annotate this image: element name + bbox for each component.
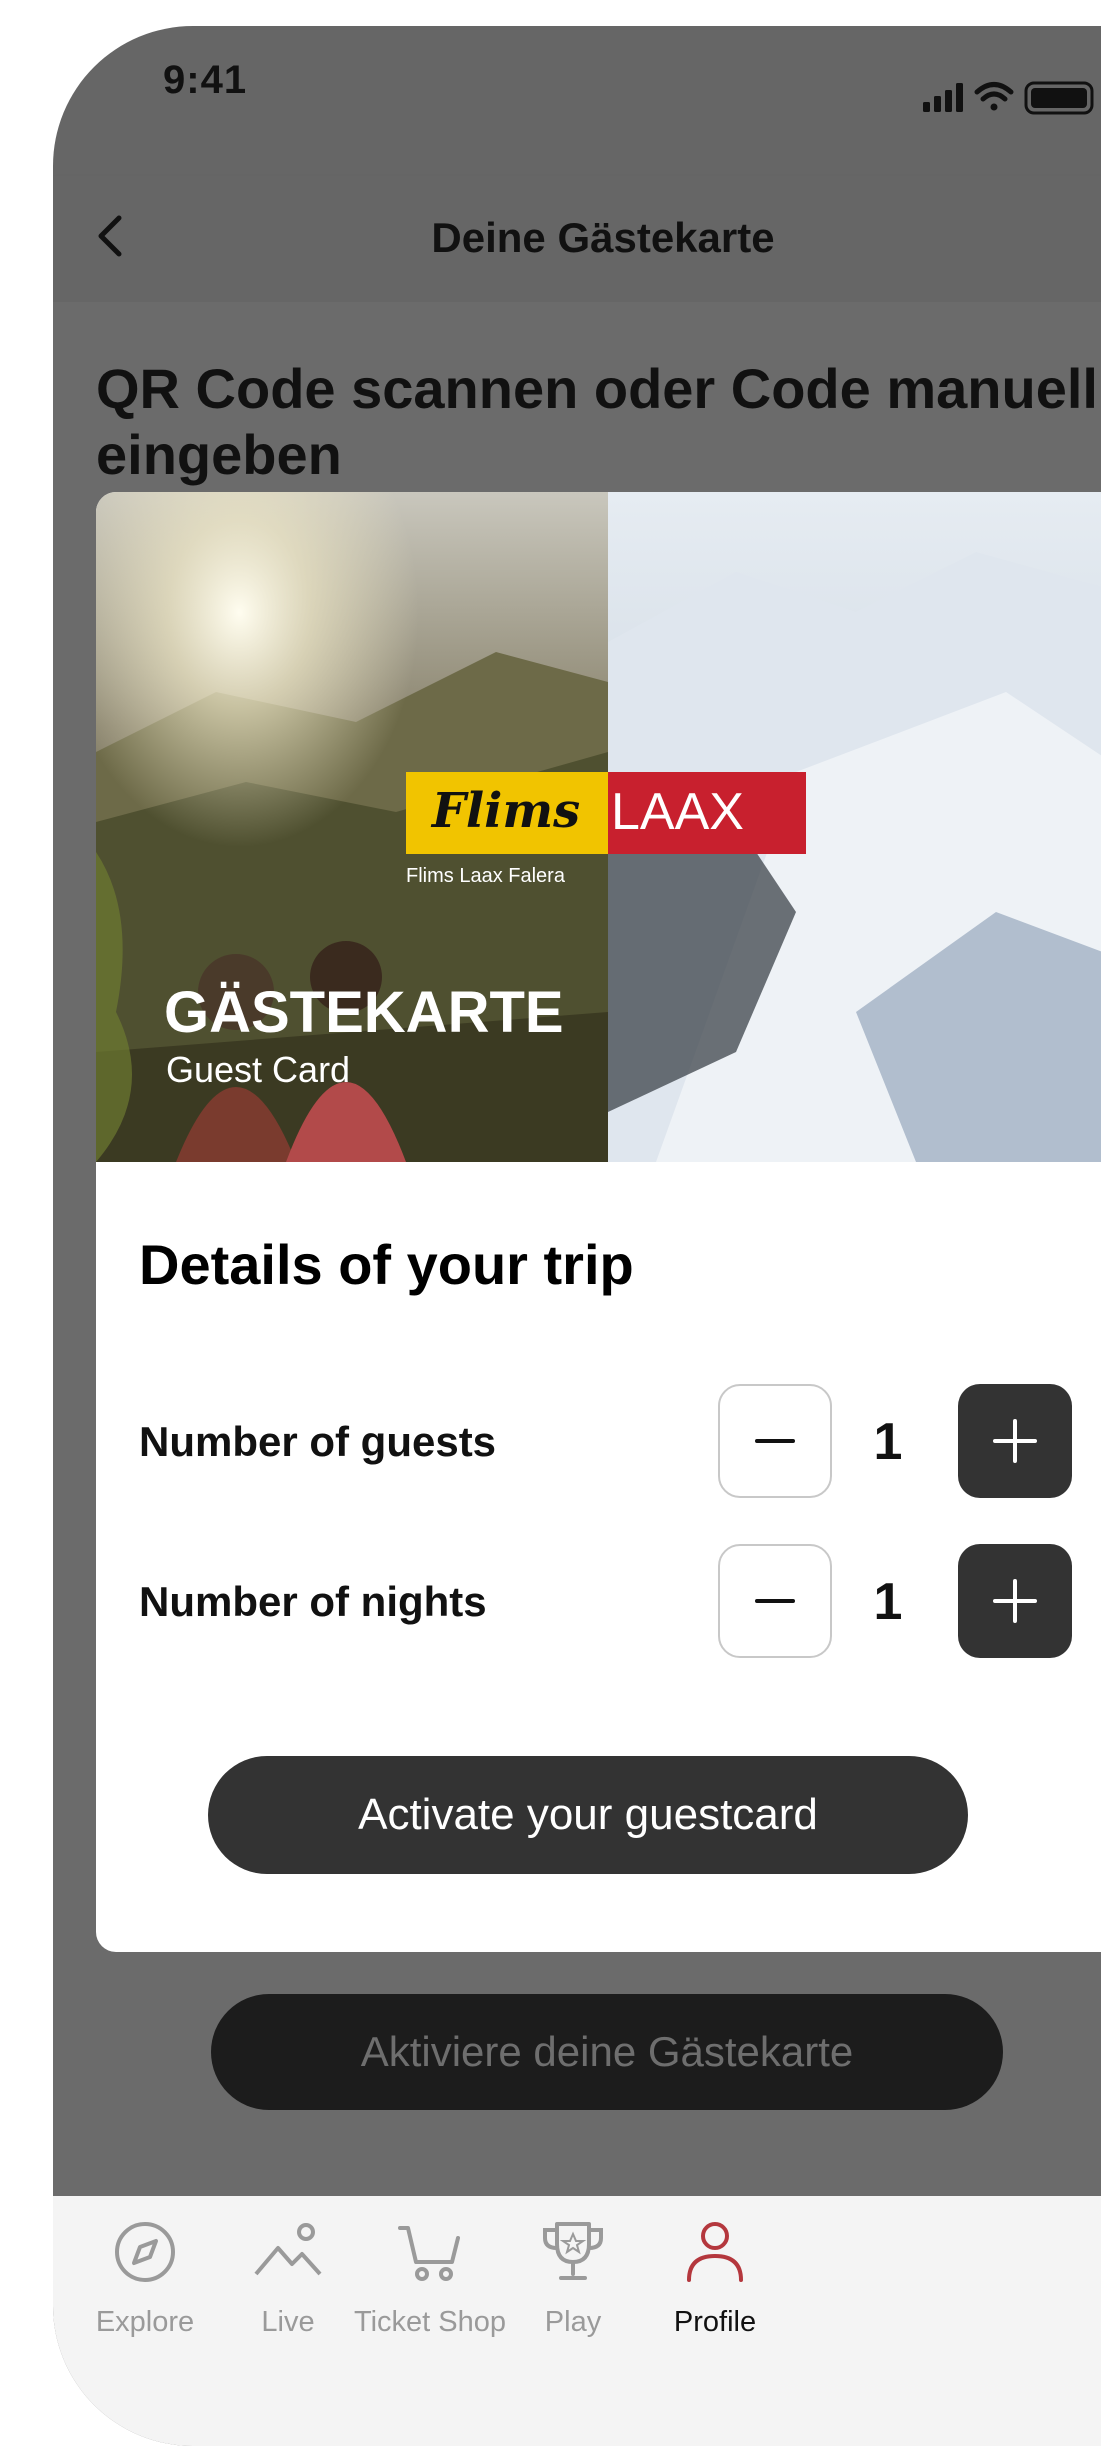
nights-value: 1 [873,1573,903,1631]
minus-icon [755,1599,795,1603]
page-title: Deine Gästekarte [431,214,775,261]
signal-icon [923,83,963,112]
guests-increment-button[interactable] [958,1384,1072,1498]
activate-guestcard-background-button[interactable]: Aktiviere deine Gästekarte [211,1994,1003,2110]
nights-decrement-button[interactable] [718,1544,832,1658]
activate-guestcard-button[interactable]: Activate your guestcard [208,1756,968,1874]
guests-label: Number of guests [139,1418,497,1465]
plus-icon [993,1419,1037,1463]
nights-label: Number of nights [139,1578,487,1625]
minus-icon [755,1439,795,1443]
plus-icon [993,1579,1037,1623]
cart-icon [398,2226,460,2281]
logo-flims-text: Flims [430,783,580,839]
logo-laax-text: LAAX [611,783,744,841]
guests-value: 1 [873,1413,903,1471]
trip-details-modal: Flims LAAX Flims Laax Falera GÄSTEKARTE … [96,492,1101,1952]
tab-profile[interactable]: Profile [620,2196,810,2346]
nav-bar: Deine Gästekarte [53,176,1101,302]
nights-increment-button[interactable] [958,1544,1072,1658]
battery-icon [1024,81,1094,115]
mountain-icon [254,2223,322,2276]
status-bar: 9:41 [53,26,1101,176]
wifi-icon [974,82,1014,111]
compass-icon [115,2222,175,2282]
status-icons [923,78,1101,123]
tab-bar: Explore Live Ticket Shop Play Profile [53,2196,1101,2446]
card-title-text: GÄSTEKARTE [164,980,564,1045]
person-icon [687,2222,743,2282]
trip-details-heading: Details of your trip [139,1233,634,1296]
status-time: 9:41 [163,58,248,102]
phone-frame: 9:41 Deine Gästekarte QR Code scannen od… [53,26,1101,2446]
card-subtitle-text: Guest Card [166,1049,350,1090]
logo-subtitle-text: Flims Laax Falera [406,865,566,887]
trophy-icon [543,2222,603,2280]
guests-decrement-button[interactable] [718,1384,832,1498]
guest-card-image: Flims LAAX Flims Laax Falera GÄSTEKARTE … [96,492,1101,1162]
tab-label: Profile [673,2306,757,2338]
scan-heading: QR Code scannen oder Code manuell eingeb… [96,357,1098,486]
